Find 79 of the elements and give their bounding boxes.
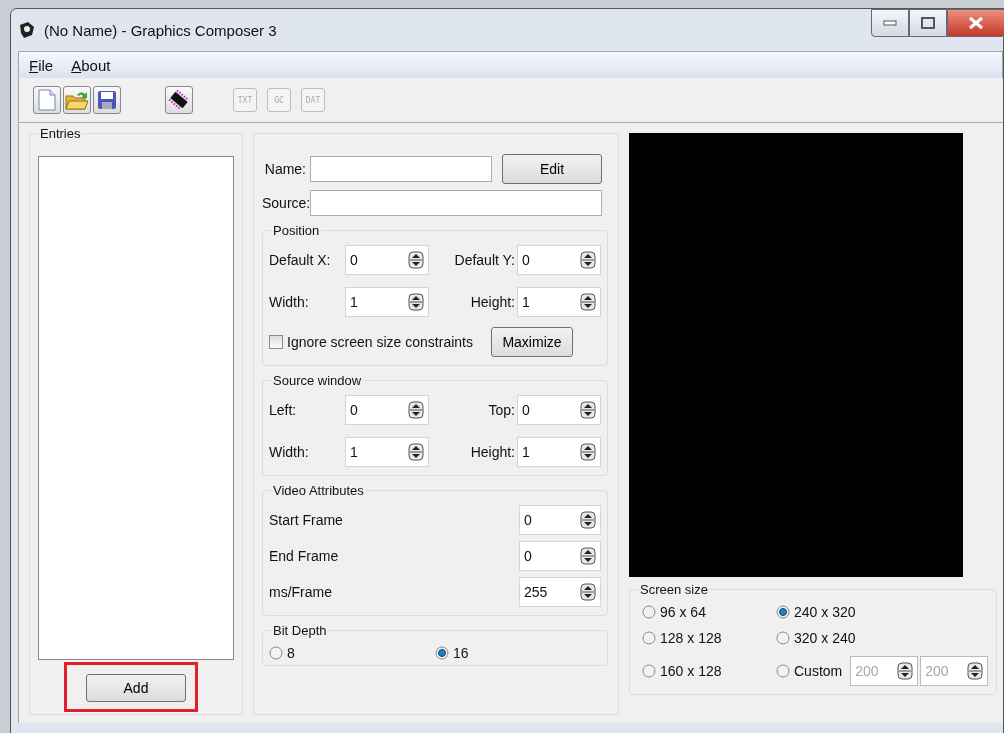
minimize-button[interactable] bbox=[871, 9, 909, 37]
spin-arrows-icon[interactable] bbox=[580, 401, 596, 419]
radio-button[interactable] bbox=[435, 646, 449, 660]
radio-button[interactable] bbox=[642, 631, 656, 645]
field-label: End Frame bbox=[269, 548, 340, 564]
radio-label: 128 x 128 bbox=[660, 630, 722, 646]
group-title: Bit Depth bbox=[271, 623, 329, 638]
source-field[interactable] bbox=[310, 190, 602, 216]
field-label: Height: bbox=[470, 294, 516, 310]
spin-box[interactable]: 1 bbox=[517, 437, 601, 467]
maximize-button[interactable] bbox=[909, 9, 947, 37]
toolbar-button[interactable] bbox=[93, 86, 121, 114]
spin-box[interactable]: 0 bbox=[519, 505, 601, 535]
menu-item[interactable]: About bbox=[65, 54, 117, 76]
field-label: Left: bbox=[269, 402, 298, 418]
radio-label: 16 bbox=[453, 645, 469, 661]
spin-box[interactable]: 0 bbox=[519, 541, 601, 571]
checkbox[interactable] bbox=[269, 335, 283, 349]
radio-label: 96 x 64 bbox=[660, 604, 706, 620]
radio-button[interactable] bbox=[776, 631, 790, 645]
close-button[interactable] bbox=[947, 9, 1004, 37]
group-title: Entries bbox=[38, 126, 83, 141]
radio-label: 160 x 128 bbox=[660, 663, 722, 679]
group-title: Position bbox=[271, 223, 322, 238]
menu-item[interactable]: File bbox=[23, 54, 60, 76]
spin-arrows-icon[interactable] bbox=[408, 293, 424, 311]
radio-label: Custom bbox=[794, 663, 843, 679]
radio-button[interactable] bbox=[642, 664, 656, 678]
spin-box[interactable]: 1 bbox=[517, 287, 601, 317]
spin-box[interactable]: 1 bbox=[345, 437, 429, 467]
field-label: Name: bbox=[263, 161, 306, 177]
radio-label: 240 x 320 bbox=[794, 604, 856, 620]
window-title: (No Name) - Graphics Composer 3 bbox=[44, 21, 277, 39]
field-label: ms/Frame bbox=[269, 584, 333, 600]
field-label: Width: bbox=[269, 294, 310, 310]
radio-button[interactable] bbox=[776, 605, 790, 619]
spin-arrows-icon[interactable] bbox=[580, 547, 596, 565]
spin-arrows-icon[interactable] bbox=[580, 443, 596, 461]
name-field[interactable] bbox=[310, 156, 492, 182]
maximize-icon bbox=[921, 17, 935, 29]
spin-arrows-icon[interactable] bbox=[580, 251, 596, 269]
field-label: Default X: bbox=[269, 252, 332, 268]
chip-icon bbox=[168, 89, 190, 111]
folder-icon bbox=[65, 89, 89, 111]
radio-button[interactable] bbox=[642, 605, 656, 619]
spin-box[interactable]: 0 bbox=[517, 245, 601, 275]
spin-arrows-icon[interactable] bbox=[580, 511, 596, 529]
add-button[interactable]: Add bbox=[86, 674, 186, 702]
save-icon bbox=[97, 90, 117, 110]
spin-box[interactable]: 0 bbox=[517, 395, 601, 425]
spin-arrows-icon[interactable] bbox=[580, 583, 596, 601]
radio-button[interactable] bbox=[269, 646, 283, 660]
field-label: Height: bbox=[470, 444, 516, 460]
close-icon bbox=[968, 16, 984, 30]
maximize-button[interactable]: Maximize bbox=[491, 327, 573, 357]
spin-arrows-icon[interactable] bbox=[580, 293, 596, 311]
field-label: Default Y: bbox=[454, 252, 516, 268]
minimize-icon bbox=[883, 20, 897, 26]
group-title: Video Attributes bbox=[271, 483, 366, 498]
spin-box[interactable]: 1 bbox=[345, 287, 429, 317]
field-label: Top: bbox=[488, 402, 516, 418]
spin-box[interactable]: 0 bbox=[345, 245, 429, 275]
field-label: Width: bbox=[269, 444, 310, 460]
spin-arrows-icon[interactable] bbox=[408, 443, 424, 461]
group-title: Screen size bbox=[638, 582, 710, 597]
spin-arrows-icon[interactable] bbox=[408, 251, 424, 269]
spin-box[interactable]: 255 bbox=[519, 577, 601, 607]
radio-button[interactable] bbox=[776, 664, 790, 678]
toolbar-button[interactable] bbox=[165, 86, 193, 114]
radio-label: 320 x 240 bbox=[794, 630, 856, 646]
checkbox-label: Ignore screen size constraints bbox=[287, 334, 473, 350]
app-icon bbox=[18, 21, 36, 39]
radio-label: 8 bbox=[287, 645, 295, 661]
field-label: Start Frame bbox=[269, 512, 344, 528]
spin-box[interactable]: 0 bbox=[345, 395, 429, 425]
edit-button[interactable]: Edit bbox=[502, 154, 602, 184]
new-file-icon bbox=[38, 89, 56, 111]
spin-arrows-icon[interactable] bbox=[408, 401, 424, 419]
group-title: Source window bbox=[271, 373, 364, 388]
